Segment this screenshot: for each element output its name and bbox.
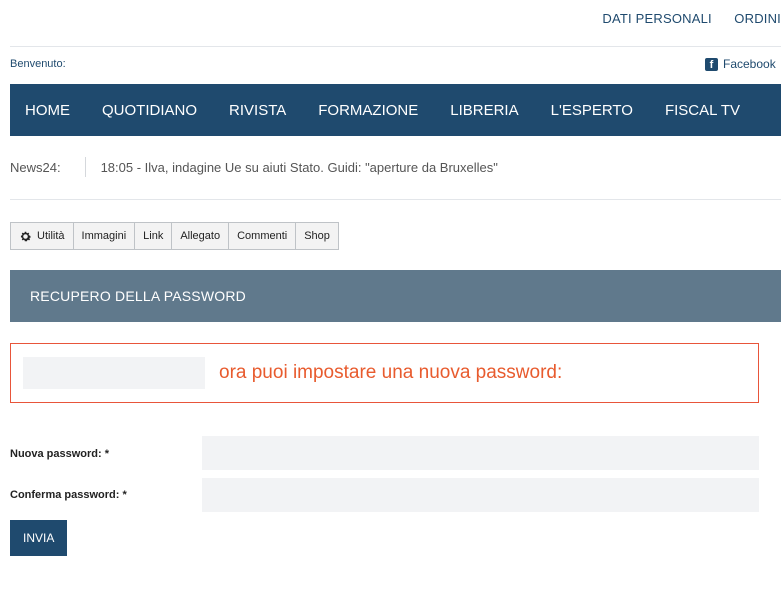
toolbar-shop[interactable]: Shop <box>296 223 338 249</box>
nav-libreria[interactable]: LIBRERIA <box>434 102 534 119</box>
news-headline-link[interactable]: 18:05 - Ilva, indagine Ue su aiuti Stato… <box>101 160 498 175</box>
welcome-label: Benvenuto: <box>10 58 66 70</box>
toolbar-utilita[interactable]: Utilità <box>11 223 74 249</box>
facebook-link[interactable]: f Facebook <box>705 55 781 73</box>
nav-fiscal-tv[interactable]: FISCAL TV <box>649 102 756 119</box>
nav-esperto[interactable]: L'ESPERTO <box>535 102 649 119</box>
facebook-icon: f <box>705 57 718 71</box>
gear-icon <box>20 231 31 241</box>
toolbar-link[interactable]: Link <box>135 223 173 249</box>
personal-data-link[interactable]: DATI PERSONALI <box>602 11 711 26</box>
orders-link[interactable]: ORDINI <box>734 11 781 26</box>
nav-rivista[interactable]: RIVISTA <box>213 102 302 119</box>
facebook-label: Facebook <box>723 57 776 71</box>
news-ticker: News24: 18:05 - Ilva, indagine Ue su aiu… <box>10 157 498 177</box>
section-header: RECUPERO DELLA PASSWORD <box>10 270 781 322</box>
new-password-label: Nuova password: * <box>10 448 110 460</box>
toolbar-utilita-label: Utilità <box>37 230 65 242</box>
nav-home[interactable]: HOME <box>10 102 86 119</box>
confirm-password-input[interactable] <box>202 478 759 512</box>
confirm-password-label: Conferma password: * <box>10 489 127 501</box>
article-toolbar: Utilità Immagini Link Allegato Commenti … <box>10 222 339 250</box>
news-label: News24: <box>10 159 61 175</box>
toolbar-commenti[interactable]: Commenti <box>229 223 297 249</box>
nav-formazione[interactable]: FORMAZIONE <box>302 102 434 119</box>
user-links: DATI PERSONALI ORDINI <box>584 10 781 30</box>
new-password-input[interactable] <box>202 436 759 470</box>
redacted-username <box>23 357 205 389</box>
toolbar-immagini[interactable]: Immagini <box>74 223 136 249</box>
alert-message: ora puoi impostare una nuova password: <box>219 362 563 383</box>
toolbar-allegato[interactable]: Allegato <box>172 223 230 249</box>
main-nav: HOME QUOTIDIANO RIVISTA FORMAZIONE LIBRE… <box>10 84 781 136</box>
news-divider-line <box>10 199 781 200</box>
nav-quotidiano[interactable]: QUOTIDIANO <box>86 102 213 119</box>
submit-button[interactable]: INVIA <box>10 520 68 556</box>
top-divider <box>10 46 781 47</box>
news-divider <box>84 157 86 177</box>
section-title: RECUPERO DELLA PASSWORD <box>30 288 246 304</box>
alert-box: ora puoi impostare una nuova password: <box>10 343 759 403</box>
